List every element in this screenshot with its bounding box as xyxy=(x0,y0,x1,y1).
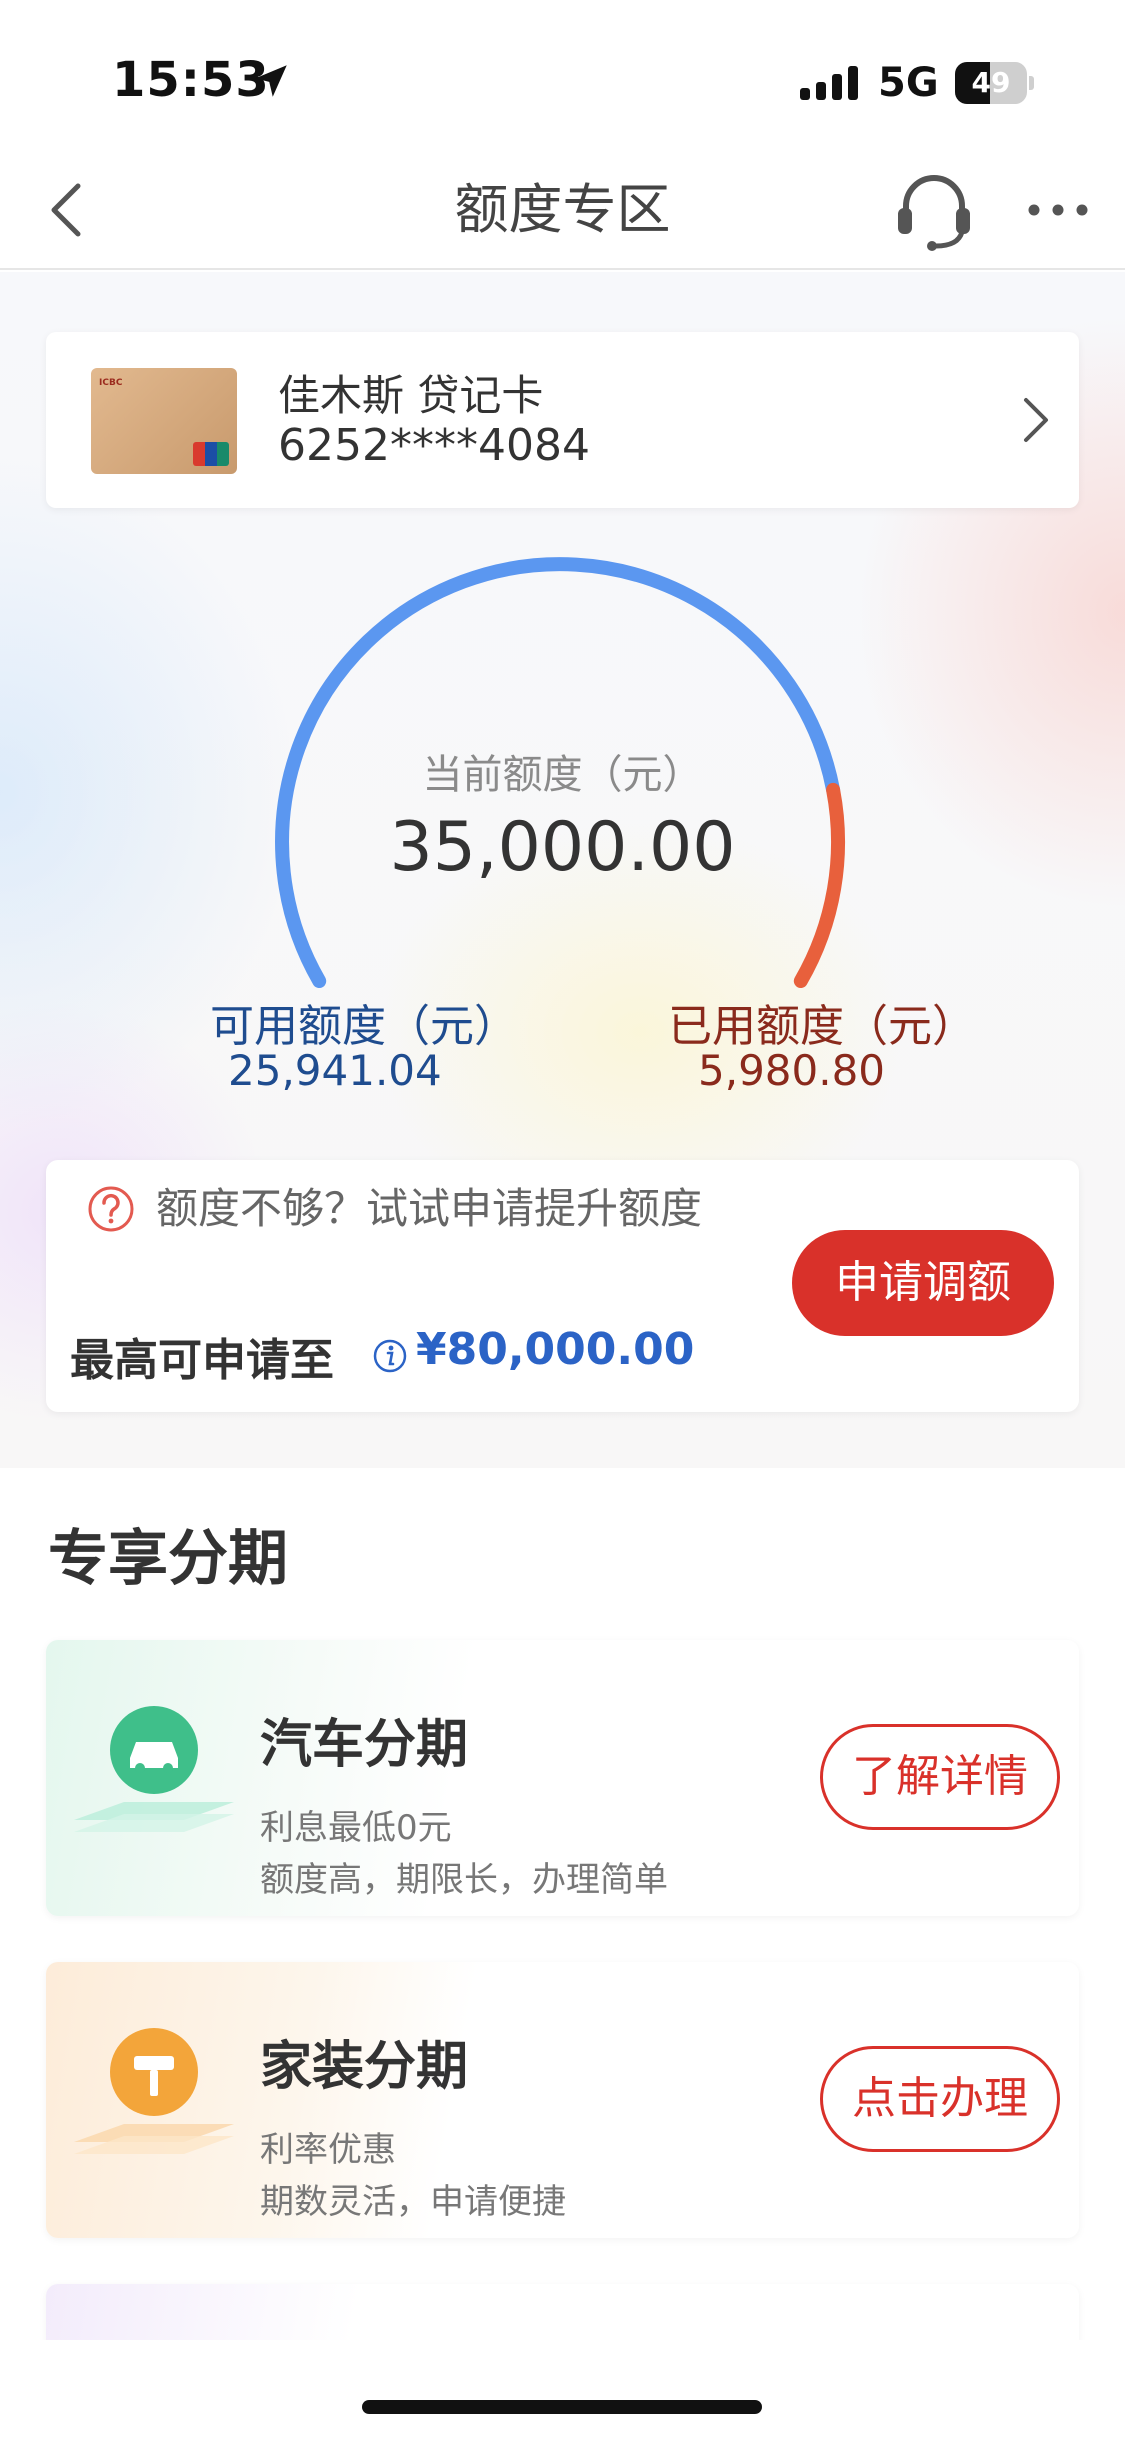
max-apply-label: 最高可申请至 xyxy=(70,1335,334,1386)
unionpay-logo-icon xyxy=(193,442,229,466)
apply-adjust-button[interactable]: 申请调额 xyxy=(792,1230,1054,1336)
chevron-right-icon xyxy=(1024,398,1048,442)
home-bar-area xyxy=(0,2340,1125,2439)
available-limit-value: 25,941.04 xyxy=(228,1046,442,1095)
promo-subtitle: 利息最低0元 xyxy=(260,1808,452,1848)
card-name: 佳木斯 贷记卡 xyxy=(278,371,544,420)
card-selector[interactable]: ICBC 佳木斯 贷记卡 6252****4084 xyxy=(46,332,1079,508)
promo-description: 期数灵活，申请便捷 xyxy=(260,2182,566,2222)
promo-description: 额度高，期限长，办理简单 xyxy=(260,1860,668,1900)
learn-more-button[interactable]: 了解详情 xyxy=(820,1724,1060,1830)
limit-upgrade-card: 额度不够？试试申请提升额度 最高可申请至 ¥80,000.00 申请调额 xyxy=(46,1160,1079,1412)
available-limit-label: 可用额度（元） xyxy=(210,1001,518,1052)
more-dots-icon[interactable] xyxy=(1024,180,1096,240)
apply-now-button[interactable]: 点击办理 xyxy=(820,2046,1060,2152)
card-number: 6252****4084 xyxy=(278,420,590,471)
card-image: ICBC xyxy=(91,368,237,474)
promo-title: 家装分期 xyxy=(260,2037,469,2097)
question-circle-icon xyxy=(88,1186,134,1232)
home-indicator[interactable] xyxy=(362,2400,762,2414)
network-type: 5G xyxy=(878,60,939,106)
nav-bar: 额度专区 xyxy=(0,150,1125,270)
headset-icon[interactable] xyxy=(892,164,976,254)
status-time: 15:53 xyxy=(112,52,270,108)
current-limit-label: 当前额度（元） xyxy=(422,752,703,798)
upgrade-prompt: 额度不够？试试申请提升额度 xyxy=(156,1184,703,1233)
promo-subtitle: 利率优惠 xyxy=(260,2130,396,2170)
car-icon xyxy=(74,1706,234,1832)
home-decoration-installment-card[interactable]: 家装分期 利率优惠 期数灵活，申请便捷 点击办理 xyxy=(46,1962,1079,2238)
used-limit-label: 已用额度（元） xyxy=(668,1001,976,1052)
cellular-signal-icon xyxy=(800,66,858,100)
bank-logo-icon: ICBC xyxy=(99,378,123,388)
promo-title: 汽车分期 xyxy=(260,1715,469,1775)
section-title: 专享分期 xyxy=(48,1524,288,1594)
info-icon[interactable] xyxy=(372,1338,408,1374)
used-limit-value: 5,980.80 xyxy=(698,1046,886,1095)
car-installment-card[interactable]: 汽车分期 利息最低0元 额度高，期限长，办理简单 了解详情 xyxy=(46,1640,1079,1916)
status-bar: 15:53 5G 49 xyxy=(0,0,1125,150)
location-arrow-icon xyxy=(255,65,287,97)
max-apply-value: ¥80,000.00 xyxy=(416,1324,695,1375)
battery-icon: 49 xyxy=(955,62,1035,104)
current-limit-value: 35,000.00 xyxy=(389,808,736,887)
paint-roller-icon xyxy=(74,2028,234,2154)
battery-level: 49 xyxy=(971,66,1011,99)
credit-limit-hero: ICBC 佳木斯 贷记卡 6252****4084 当前额度（元） 35,000… xyxy=(0,272,1125,1468)
